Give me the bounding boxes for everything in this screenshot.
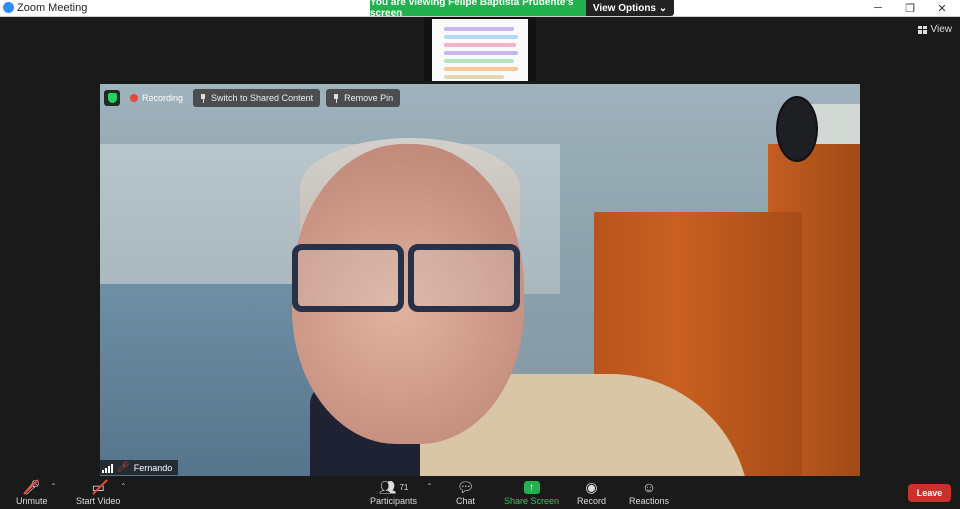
- view-options-label: View Options: [592, 2, 656, 14]
- record-icon: ◉: [585, 478, 598, 495]
- chat-label: Chat: [456, 496, 476, 506]
- recording-indicator: Recording: [126, 93, 187, 103]
- reactions-button[interactable]: ☺ Reactions: [629, 478, 669, 506]
- remove-pin-label: Remove Pin: [344, 93, 394, 103]
- participants-icon: 👥︎ 71: [378, 478, 409, 495]
- participant-video: [100, 84, 860, 476]
- view-button-label: View: [930, 24, 953, 35]
- meeting-toolbar: 🎤︎ Unmute ⌃ ▭ Start Video ⌃ 👥︎71 Partici…: [0, 476, 960, 509]
- restore-button[interactable]: ❐: [894, 0, 926, 16]
- shared-screen-thumbnail[interactable]: [424, 17, 536, 81]
- participants-chevron-icon[interactable]: ⌃: [426, 482, 433, 491]
- switch-shared-label: Switch to Shared Content: [211, 93, 314, 103]
- recording-dot-icon: [130, 94, 138, 102]
- view-options-button[interactable]: View Options ⌄: [586, 0, 674, 16]
- window-title: Zoom Meeting: [17, 2, 88, 14]
- chat-button[interactable]: 💬︎ Chat: [456, 478, 476, 507]
- viewing-screen-banner: You are viewing Felipe Baptista Prudente…: [370, 0, 586, 19]
- video-top-controls: Recording Switch to Shared Content Remov…: [104, 89, 401, 107]
- unmute-button[interactable]: 🎤︎ Unmute: [16, 478, 48, 507]
- record-label: Record: [577, 496, 607, 506]
- minimize-button[interactable]: ─: [862, 0, 894, 16]
- camera-off-icon: ▭: [92, 478, 108, 496]
- share-screen-icon: ↑: [523, 478, 540, 496]
- audio-options-chevron-icon[interactable]: ⌃: [50, 482, 57, 491]
- reactions-label: Reactions: [629, 496, 670, 506]
- participant-name-tag: 🎤︎ Fernando: [100, 460, 179, 475]
- unmute-label: Unmute: [16, 496, 48, 506]
- remove-pin-button[interactable]: Remove Pin: [326, 89, 401, 107]
- security-shield-icon[interactable]: [104, 90, 120, 106]
- zoom-logo-icon: [3, 2, 14, 13]
- video-options-chevron-icon[interactable]: ⌃: [120, 482, 127, 491]
- recording-label: Recording: [142, 93, 184, 103]
- microphone-muted-icon: 🎤︎: [23, 478, 41, 496]
- muted-mic-icon: 🎤︎: [117, 462, 130, 473]
- view-button[interactable]: View: [917, 24, 953, 35]
- close-button[interactable]: ✕: [926, 0, 958, 16]
- participant-name: Fernando: [133, 462, 173, 473]
- pin-icon: [200, 94, 206, 103]
- reactions-smiley-icon: ☺: [641, 479, 657, 495]
- start-video-button[interactable]: ▭ Start Video: [76, 478, 121, 507]
- record-button[interactable]: ◉ Record: [577, 478, 607, 507]
- signal-strength-icon: [102, 463, 113, 473]
- participants-count: 71: [399, 482, 409, 492]
- wall-clock: [776, 96, 818, 162]
- participant-glasses: [288, 244, 524, 312]
- leave-button[interactable]: Leave: [908, 484, 951, 502]
- grid-view-icon: [917, 25, 927, 34]
- participants-button[interactable]: 👥︎ 71 Participants: [370, 478, 418, 507]
- shared-screen-preview: [432, 19, 528, 81]
- pin-icon: [333, 94, 339, 103]
- share-screen-label: Share Screen: [504, 496, 560, 506]
- participants-label: Participants: [370, 496, 418, 506]
- share-screen-button[interactable]: ↑ Share Screen: [504, 478, 559, 506]
- switch-to-shared-content-button[interactable]: Switch to Shared Content: [193, 89, 321, 107]
- start-video-label: Start Video: [76, 496, 121, 506]
- chat-bubble-icon: 💬︎: [456, 478, 475, 495]
